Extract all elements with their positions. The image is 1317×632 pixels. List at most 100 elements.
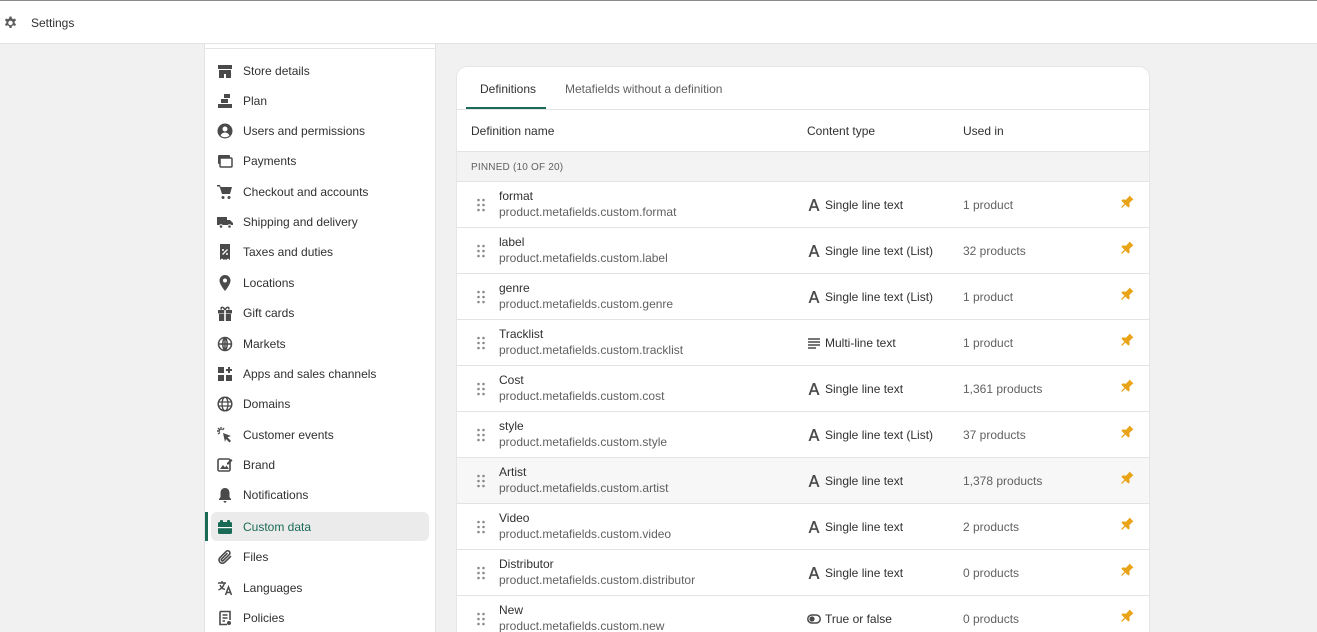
content-type: Single line text <box>825 566 904 580</box>
drag-handle-icon[interactable] <box>476 382 486 396</box>
cart-icon <box>217 185 232 199</box>
content-type: Single line text (List) <box>825 428 934 442</box>
content-type: True or false <box>825 612 892 626</box>
sidebar-item-domains[interactable]: Domains <box>211 389 429 418</box>
active-tab-underline <box>466 107 546 109</box>
drag-handle-icon[interactable] <box>476 474 486 488</box>
definition-row[interactable]: format product.metafields.custom.format Si… <box>457 182 1149 228</box>
definition-key: product.metafields.custom.cost <box>499 389 665 403</box>
drag-handle-icon[interactable] <box>476 336 486 350</box>
sidebar-item-label: Store details <box>243 64 310 78</box>
gift-icon <box>218 306 232 321</box>
sidebar-item-customer-events[interactable]: Customer events <box>211 420 429 449</box>
sidebar-item-label: Domains <box>243 397 291 411</box>
drag-handle-icon[interactable] <box>476 520 486 534</box>
sidebar-item-taxes[interactable]: Taxes and duties <box>211 237 429 266</box>
sidebar-item-policies[interactable]: Policies <box>211 603 429 632</box>
definition-key: product.metafields.custom.video <box>499 527 672 541</box>
plan-icon <box>218 94 232 108</box>
sidebar-item-label: Locations <box>243 276 295 290</box>
drag-handle-icon[interactable] <box>476 244 486 258</box>
sidebar-item-custom-data[interactable]: Custom data <box>211 512 429 541</box>
used-in-count: 37 products <box>963 428 1026 442</box>
pin-icon[interactable] <box>1119 424 1135 440</box>
translate-icon <box>218 581 233 596</box>
column-header-name[interactable]: Definition name <box>471 124 554 138</box>
sidebar-item-label: Files <box>243 550 269 564</box>
text-a-icon <box>808 429 820 441</box>
tax-icon <box>220 244 230 260</box>
policy-icon <box>219 610 231 626</box>
pin-icon[interactable] <box>1119 286 1135 302</box>
sidebar-item-notifications[interactable]: Notifications <box>211 480 429 509</box>
sidebar-item-brand[interactable]: Brand <box>211 450 429 479</box>
drag-handle-icon[interactable] <box>476 290 486 304</box>
used-in-count: 1,361 products <box>963 382 1043 396</box>
sidebar-item-label: Languages <box>243 581 303 595</box>
sidebar-item-label: Brand <box>243 458 276 472</box>
user-icon <box>217 123 233 139</box>
definition-name: Artist <box>499 465 527 479</box>
definition-row[interactable]: label product.metafields.custom.label Sing… <box>457 228 1149 274</box>
tab-metafields-without-definition[interactable]: Metafields without a definition <box>565 82 722 96</box>
pin-icon[interactable] <box>1119 378 1135 394</box>
drag-handle-icon[interactable] <box>476 612 486 626</box>
sidebar-item-label: Custom data <box>243 520 312 534</box>
pin-icon[interactable] <box>1119 470 1135 486</box>
payments-icon <box>218 155 233 168</box>
pin-icon[interactable] <box>1119 516 1135 532</box>
definition-name: Cost <box>499 373 524 387</box>
definition-name: genre <box>499 281 530 295</box>
column-header-type[interactable]: Content type <box>807 124 875 138</box>
paperclip-icon <box>218 550 232 565</box>
pin-icon[interactable] <box>1119 194 1135 210</box>
sidebar-item-checkout[interactable]: Checkout and accounts <box>211 177 429 206</box>
content-type: Single line text (List) <box>825 290 934 304</box>
sidebar-item-label: Shipping and delivery <box>243 215 358 229</box>
settings-sidebar: Store details Plan Users and permissions… <box>204 44 436 632</box>
truck-icon <box>217 217 233 229</box>
sidebar-item-users[interactable]: Users and permissions <box>211 116 429 145</box>
sidebar-item-markets[interactable]: Markets <box>211 329 429 358</box>
definition-row[interactable]: Video product.metafields.custom.video Sing… <box>457 504 1149 550</box>
sidebar-item-label: Notifications <box>243 488 309 502</box>
sidebar-item-store-details[interactable]: Store details <box>211 56 429 85</box>
sidebar-item-payments[interactable]: Payments <box>211 146 429 175</box>
sidebar-item-languages[interactable]: Languages <box>211 573 429 602</box>
pin-icon[interactable] <box>1119 240 1135 256</box>
sidebar-item-label: Policies <box>243 611 285 625</box>
sidebar-item-shipping[interactable]: Shipping and delivery <box>211 207 429 236</box>
sidebar-item-plan[interactable]: Plan <box>211 86 429 115</box>
tab-definitions[interactable]: Definitions <box>480 82 536 96</box>
page-title: Settings <box>31 16 75 30</box>
pin-icon[interactable] <box>1119 608 1135 624</box>
globe-icon <box>217 396 233 412</box>
column-header-used[interactable]: Used in <box>963 124 1004 138</box>
drag-handle-icon[interactable] <box>476 428 486 442</box>
pin-icon[interactable] <box>1119 332 1135 348</box>
sidebar-item-apps[interactable]: Apps and sales channels <box>211 359 429 388</box>
definition-row[interactable]: style product.metafields.custom.style Sing… <box>457 412 1149 458</box>
sidebar-item-label: Customer events <box>243 428 334 442</box>
definition-row[interactable]: Distributor product.metafields.custom.dis… <box>457 550 1149 596</box>
bell-icon <box>219 488 231 503</box>
drag-handle-icon[interactable] <box>476 566 486 580</box>
cursor-click-icon <box>217 427 231 443</box>
definition-key: product.metafields.custom.tracklist <box>499 343 684 357</box>
sidebar-item-locations[interactable]: Locations <box>211 268 429 297</box>
text-a-icon <box>808 383 820 395</box>
definition-row[interactable]: Tracklist product.metafields.custom.track… <box>457 320 1149 366</box>
definition-row[interactable]: New product.metafields.custom.new True or … <box>457 596 1149 632</box>
sidebar-item-files[interactable]: Files <box>211 542 429 571</box>
sidebar-item-label: Apps and sales channels <box>243 367 377 381</box>
definition-row[interactable]: Artist product.metafields.custom.artist Si… <box>457 458 1149 504</box>
sidebar-item-gift-cards[interactable]: Gift cards <box>211 298 429 327</box>
definition-key: product.metafields.custom.format <box>499 205 677 219</box>
pin-icon[interactable] <box>1119 562 1135 578</box>
markets-icon <box>217 336 233 352</box>
apps-icon <box>218 367 232 381</box>
drag-handle-icon[interactable] <box>476 198 486 212</box>
definition-row[interactable]: Cost product.metafields.custom.cost Single… <box>457 366 1149 412</box>
content-type: Single line text <box>825 198 904 212</box>
definition-row[interactable]: genre product.metafields.custom.genre Sing… <box>457 274 1149 320</box>
